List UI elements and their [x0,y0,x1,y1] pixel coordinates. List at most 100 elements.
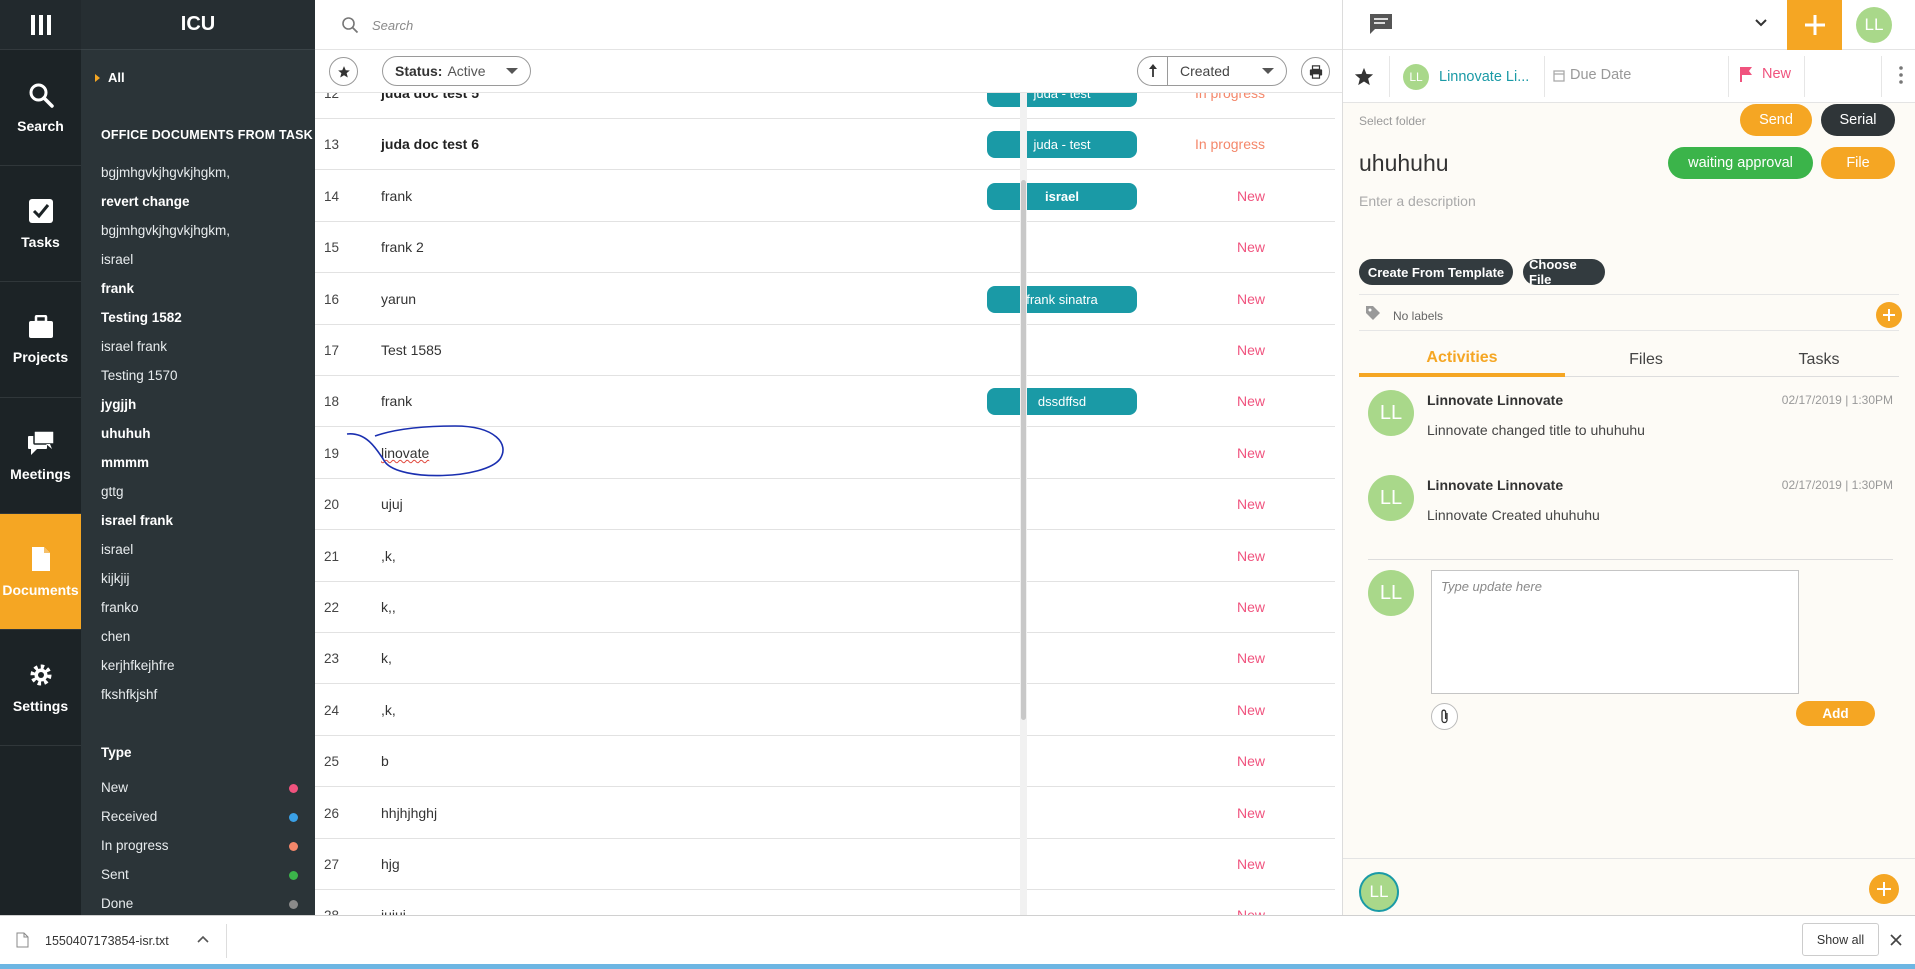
folder-item[interactable]: kijkjij [101,568,306,597]
nav-settings[interactable]: Settings [0,630,81,746]
folder-item[interactable]: Testing 1582 [101,307,306,336]
close-icon[interactable] [1890,934,1902,946]
document-title[interactable]: uhuhuhu [1359,150,1449,177]
type-item[interactable]: Received [101,809,306,838]
table-row[interactable]: 25 b New [315,736,1335,788]
folder-item[interactable]: bgjmhgvkjhgvkjhgkm, [101,162,306,191]
add-update-button[interactable]: Add [1796,701,1875,726]
nav-documents[interactable]: Documents [0,514,81,630]
download-filename[interactable]: 1550407173854-isr.txt [45,934,169,948]
row-title[interactable]: ujuj [381,479,403,530]
print-button[interactable] [1301,57,1330,86]
table-row[interactable]: 18 frank dssdffsd New [315,376,1335,428]
folder-item[interactable]: fkshfkjshf [101,684,306,713]
more-vertical-icon[interactable] [1899,66,1903,84]
status-filter-select[interactable]: Status: Active [382,56,531,86]
table-row[interactable]: 27 hjg New [315,839,1335,890]
folder-item[interactable]: jygjjh [101,394,306,423]
row-title[interactable]: k,, [381,582,396,633]
row-title[interactable]: k, [381,633,392,684]
table-row[interactable]: 17 Test 1585 New [315,325,1335,376]
folder-item[interactable]: chen [101,626,306,655]
menu-logo-icon[interactable] [0,0,81,50]
type-item[interactable]: Done [101,896,306,915]
chat-icon[interactable] [1369,13,1393,35]
tab-files[interactable]: Files [1571,343,1721,377]
table-row[interactable]: 19 linovate New [315,424,1335,479]
footer-add-button[interactable] [1869,874,1899,904]
file-button[interactable]: File [1821,147,1895,179]
row-title[interactable]: frank 2 [381,222,424,273]
folder-item[interactable]: israel frank [101,510,306,539]
table-row[interactable]: 13 juda doc test 6 juda - test In progress [315,119,1335,171]
send-button[interactable]: Send [1740,104,1812,136]
row-title[interactable]: b [381,736,389,787]
table-row[interactable]: 26 hhjhjhghj New [315,788,1335,839]
type-item[interactable]: Sent [101,867,306,896]
nav-projects[interactable]: Projects [0,282,81,398]
folder-item[interactable]: israel [101,539,306,568]
folder-item[interactable]: uhuhuh [101,423,306,452]
add-label-button[interactable] [1876,302,1902,328]
table-row[interactable]: 28 jujuj New [315,890,1335,915]
description-field[interactable]: Enter a description [1359,193,1476,209]
nav-meetings[interactable]: Meetings [0,398,81,514]
row-title[interactable]: jujuj [381,890,406,915]
serial-button[interactable]: Serial [1821,104,1895,136]
folder-item[interactable]: franko [101,597,306,626]
row-title[interactable]: ,k, [381,531,396,582]
table-row[interactable]: 23 k, New [315,633,1335,685]
status-field[interactable]: New [1739,66,1791,82]
row-title[interactable]: hhjhjhghj [381,788,437,839]
table-row[interactable]: 24 ,k, New [315,685,1335,736]
sort-field-select[interactable]: Created [1168,63,1286,79]
folder-item[interactable]: Testing 1570 [101,365,306,394]
row-title[interactable]: ,k, [381,685,396,736]
folder-item[interactable]: frank [101,278,306,307]
attach-button[interactable] [1431,703,1458,730]
star-icon[interactable] [1354,67,1374,86]
row-title[interactable]: hjg [381,839,400,890]
row-title[interactable]: frank [381,171,412,222]
nav-search[interactable]: Search [0,50,81,166]
folder-item[interactable]: israel [101,249,306,278]
row-title[interactable]: juda doc test 5 [381,93,479,119]
search-input[interactable] [370,12,970,38]
type-item[interactable]: New [101,780,306,809]
footer-avatar[interactable]: LL [1359,872,1399,912]
select-folder-label[interactable]: Select folder [1359,114,1426,128]
nav-tasks[interactable]: Tasks [0,166,81,282]
choose-file-button[interactable]: Choose File [1523,257,1605,287]
table-scrollbar-thumb[interactable] [1021,180,1026,720]
tab-activities[interactable]: Activities [1359,343,1565,377]
table-row[interactable]: 21 ,k, New [315,531,1335,582]
star-filter-button[interactable] [329,57,358,86]
table-row[interactable]: 12 juda doc test 5 juda - test In progress [315,93,1335,119]
folder-item[interactable]: revert change [101,191,306,220]
row-title[interactable]: frank [381,376,412,427]
due-date-field[interactable]: Due Date [1553,67,1631,83]
table-row[interactable]: 22 k,, New [315,582,1335,633]
row-title[interactable]: Test 1585 [381,325,442,376]
assignee-field[interactable]: LL Linnovate Li... [1403,64,1529,90]
type-item[interactable]: In progress [101,838,306,867]
update-textarea[interactable] [1431,570,1799,694]
create-from-template-button[interactable]: Create From Template [1359,259,1513,285]
folder-item[interactable]: gttg [101,481,306,510]
show-all-button[interactable]: Show all [1802,923,1879,956]
all-folders-toggle[interactable]: All [95,70,125,85]
user-avatar[interactable]: LL [1856,7,1892,43]
folder-item[interactable]: bgjmhgvkjhgvkjhgkm, [101,220,306,249]
row-title[interactable]: yarun [381,274,416,325]
table-row[interactable]: 15 frank 2 New [315,222,1335,274]
table-row[interactable]: 14 frank israel New [315,171,1335,222]
chevron-down-icon[interactable] [1755,18,1767,28]
table-row[interactable]: 16 yarun frank sinatra New [315,274,1335,325]
chevron-up-icon[interactable] [197,935,209,944]
folder-item[interactable]: mmmm [101,452,306,481]
add-new-button[interactable] [1787,0,1842,50]
waiting-approval-button[interactable]: waiting approval [1668,147,1813,179]
tab-tasks[interactable]: Tasks [1744,343,1894,377]
sort-direction-button[interactable] [1138,57,1168,85]
table-row[interactable]: 20 ujuj New [315,479,1335,531]
